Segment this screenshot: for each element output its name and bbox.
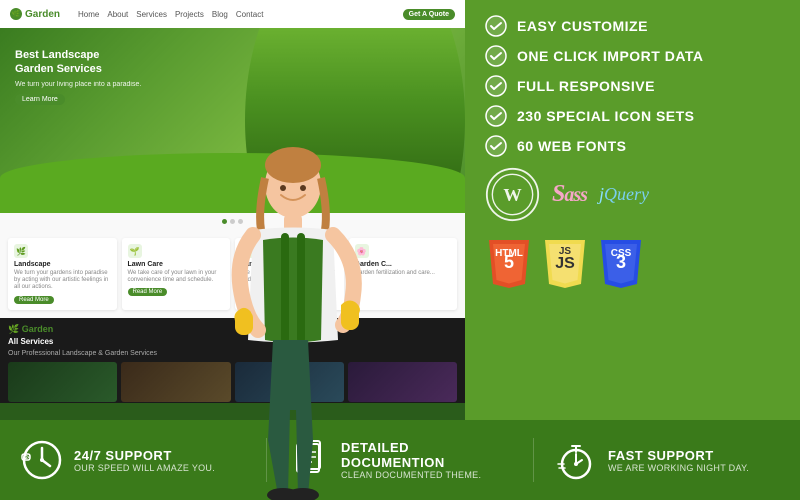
tech-badge-row: 5 HTML JS JS 3 CSS [485,236,780,288]
mock-logo: 🌿 Garden [10,8,60,20]
check-icon-5 [485,135,507,157]
dark-section: 🌿 Garden All Services Our Professional L… [0,318,465,403]
check-icon-3 [485,75,507,97]
card-desc-lawn: We take care of your lawn in your conven… [128,270,225,284]
bottom-fast: FAST SUPPORT WE ARE WORKING NIGHT DAY. [534,438,800,482]
bottom-bar: 24 24/7 SUPPORT OUR SPEED WILL AMAZE YOU… [0,420,800,500]
support-title: 24/7 SUPPORT [74,448,215,463]
sass-logo: Sass [552,181,587,208]
bottom-docs: DETAILED DOCUMENTION CLEAN DOCUMENTED TH… [267,438,534,482]
docs-icon [287,438,331,482]
feature-easy-customize: EASY CUSTOMIZE [485,15,780,37]
timer-icon [554,438,598,482]
css3-badge: 3 CSS [597,236,645,288]
card-desc: We turn your gardens into paradise by ac… [14,270,111,292]
dot-1[interactable] [222,219,227,224]
dark-images [8,362,457,402]
card-desc-garden: Garden fertilization and care... [355,270,452,277]
hero-text: Best LandscapeGarden Services We turn yo… [15,48,141,106]
card-title-landscaping: Landscaping [241,261,338,268]
dark-subtitle: Our Professional Landscape & Garden Serv… [8,350,457,357]
nav-links: Home About Services Projects Blog Contac… [78,10,263,19]
card-btn[interactable]: Read More [14,296,54,304]
feature-one-click: ONE CLICK IMPORT DATA [485,45,780,67]
tech-logos-row: W Sass jQuery [485,167,780,222]
card-icon-garden: 🌸 [355,244,369,258]
clock-icon: 24 [20,438,64,482]
bottom-fast-text: FAST SUPPORT WE ARE WORKING NIGHT DAY. [608,448,749,473]
svg-text:HTML: HTML [495,248,523,259]
feature-text-2: ONE CLICK IMPORT DATA [517,48,704,64]
dot-2[interactable] [230,219,235,224]
feature-text-3: FULL RESPONSIVE [517,78,655,94]
nav-cta[interactable]: Get A Quote [403,9,455,20]
dark-img-3 [235,362,344,402]
fast-desc: WE ARE WORKING NIGHT DAY. [608,463,749,473]
hero-subtitle: We turn your living place into a paradis… [15,81,141,88]
bottom-support-text: 24/7 SUPPORT OUR SPEED WILL AMAZE YOU. [74,448,215,473]
support-desc: OUR SPEED WILL AMAZE YOU. [74,463,215,473]
nav-blog: Blog [212,10,228,19]
docs-desc: CLEAN DOCUMENTED THEME. [341,470,513,480]
nav-home: Home [78,10,99,19]
html5-badge: 5 HTML [485,236,533,288]
logo-icon: 🌿 [10,8,22,20]
svg-text:JS: JS [559,246,572,257]
nav-contact: Contact [236,10,264,19]
dark-img-1 [8,362,117,402]
card-icon-landscape: 🌿 [14,244,28,258]
mock-navbar: 🌿 Garden Home About Services Projects Bl… [0,0,465,28]
service-cards: 🌿 Landscape We turn your gardens into pa… [0,230,465,318]
nav-projects: Projects [175,10,204,19]
feature-web-fonts: 60 WEB FONTS [485,135,780,157]
dark-img-4 [348,362,457,402]
bottom-support: 24 24/7 SUPPORT OUR SPEED WILL AMAZE YOU… [0,438,267,482]
svg-text:24: 24 [25,455,31,461]
bottom-docs-text: DETAILED DOCUMENTION CLEAN DOCUMENTED TH… [341,440,513,480]
dot-3[interactable] [238,219,243,224]
card-landscaping: 🌳 Landscaping We perform the constructio… [235,238,344,310]
card-landscape: 🌿 Landscape We turn your gardens into pa… [8,238,117,310]
carousel-dots [0,213,465,230]
jquery-logo: jQuery [599,184,649,205]
card-lawncare: 🌱 Lawn Care We take care of your lawn in… [122,238,231,310]
card-icon-landscaping: 🌳 [241,244,255,258]
js-badge: JS JS [541,236,589,288]
card-title: Landscape [14,261,111,268]
dark-logo: 🌿 Garden [8,324,457,335]
dark-img-2 [121,362,230,402]
mock-hero: Best LandscapeGarden Services We turn yo… [0,28,465,213]
wordpress-logo: W [485,167,540,222]
hero-title: Best LandscapeGarden Services [15,48,141,77]
logo-text: Garden [25,9,60,20]
svg-text:JS: JS [555,255,575,272]
feature-responsive: FULL RESPONSIVE [485,75,780,97]
check-icon-2 [485,45,507,67]
hero-grass [0,153,465,213]
feature-text-4: 230 SPECIAL ICON SETS [517,108,695,124]
card-icon-lawn: 🌱 [128,244,142,258]
check-icon-1 [485,15,507,37]
svg-text:CSS: CSS [611,248,632,259]
feature-icon-sets: 230 SPECIAL ICON SETS [485,105,780,127]
feature-list: EASY CUSTOMIZE ONE CLICK IMPORT DATA FUL… [485,15,780,157]
card-desc-landscaping: We perform the construction, repair and … [241,270,338,284]
card-title-lawn: Lawn Care [128,261,225,268]
dark-title: All Services [8,337,457,346]
card-title-garden: Garden C... [355,261,452,268]
fast-title: FAST SUPPORT [608,448,749,463]
card-btn-lawn[interactable]: Read More [128,288,168,296]
hero-btn[interactable]: Learn More [15,94,65,105]
card-garden: 🌸 Garden C... Garden fertilization and c… [349,238,458,310]
nav-about: About [107,10,128,19]
feature-text-1: EASY CUSTOMIZE [517,18,648,34]
check-icon-4 [485,105,507,127]
docs-title: DETAILED DOCUMENTION [341,440,513,470]
nav-services: Services [136,10,167,19]
svg-text:W: W [503,185,522,205]
feature-text-5: 60 WEB FONTS [517,138,626,154]
